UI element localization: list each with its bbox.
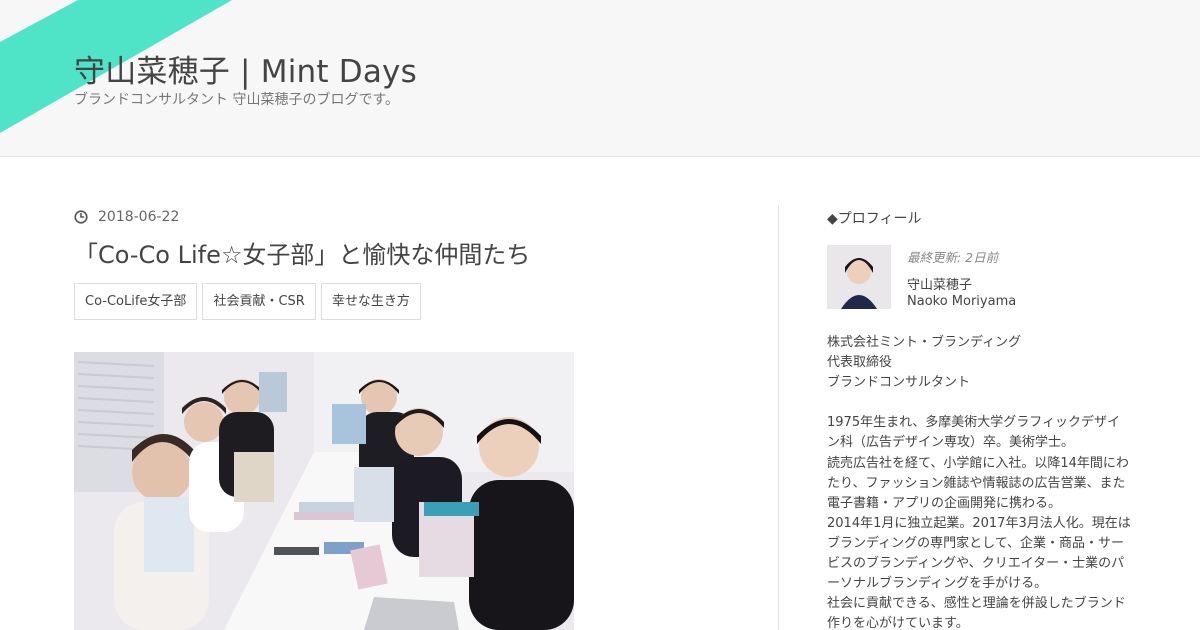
- profile-name-ja[interactable]: 守山菜穂子: [907, 274, 972, 293]
- profile-widget-title: ◆プロフィール: [827, 211, 922, 227]
- tag-cocolife-joshibu[interactable]: Co-CoLife女子部: [74, 283, 198, 320]
- site-title-link[interactable]: 守山菜穂子 | Mint Days: [74, 46, 417, 91]
- bio-line: ビスのブランディングや、クリエイター・士業のパ: [827, 556, 1125, 572]
- bio-line: 作りを心がけています。: [827, 616, 969, 630]
- last-updated: 最終更新: 2日前: [907, 250, 999, 265]
- bio-line: 電子書籍・アプリの企画開発に携わる。: [827, 495, 1062, 511]
- bio-line: 読売広告社を経て、小学館に入社。以降14年間にわ: [827, 455, 1129, 471]
- post-photo[interactable]: [74, 352, 574, 630]
- bio-line: たり、ファッション雑誌や情報誌の広告営業、また: [827, 475, 1126, 491]
- post-date-text[interactable]: 2018-06-22: [98, 209, 179, 225]
- post-date: 2018-06-22: [74, 209, 179, 225]
- bio-line: 社会に貢献できる、感性と理論を併設したブランド: [827, 596, 1126, 612]
- sidebar-profile: ◆プロフィール 最終更新: 2日前 守山菜穂子 Naoko Moriyama 株…: [827, 157, 1137, 630]
- profile-name-en: Naoko Moriyama: [907, 294, 1017, 309]
- tag-happy-life[interactable]: 幸せな生き方: [320, 283, 421, 320]
- avatar[interactable]: [827, 245, 891, 309]
- bio-line: 2014年1月に独立起業。2017年3月法人化。現在は: [827, 515, 1131, 531]
- post-title[interactable]: 「Co-Co Life☆女子部」と愉快な仲間たち: [74, 235, 530, 270]
- bio-line: ブランディングの専門家として、企業・商品・サー: [827, 535, 1125, 551]
- group-photo-illustration: [74, 352, 574, 630]
- bio-line: ーソナルブランディングを手がける。: [827, 576, 1048, 592]
- site-header: 守山菜穂子 | Mint Days ブランドコンサルタント 守山菜穂子のブログで…: [0, 0, 1200, 157]
- bio-line: ン科（広告デザイン専攻）卒。美術学士。: [827, 435, 1075, 451]
- bio-line: 株式会社ミント・ブランディング: [827, 335, 1022, 350]
- post-tags: Co-CoLife女子部 社会貢献・CSR 幸せな生き方: [74, 283, 421, 320]
- main-article: 2018-06-22 「Co-Co Life☆女子部」と愉快な仲間たち Co-C…: [74, 157, 764, 630]
- bio-line: 代表取締役: [827, 355, 893, 371]
- site-description: ブランドコンサルタント 守山菜穂子のブログです。: [74, 92, 400, 108]
- clock-icon: [74, 210, 88, 224]
- page: 守山菜穂子 | Mint Days ブランドコンサルタント 守山菜穂子のブログで…: [0, 0, 1200, 630]
- avatar-illustration: [827, 245, 891, 309]
- bio-line: 1975年生まれ、多摩美術大学グラフィックデザイ: [827, 415, 1120, 431]
- tag-csr[interactable]: 社会貢献・CSR: [202, 283, 316, 320]
- bio-line: ブランドコンサルタント: [827, 375, 971, 391]
- column-divider: [778, 205, 779, 630]
- profile-bio: 株式会社ミント・ブランディング 代表取締役 ブランドコンサルタント 1975年生…: [827, 333, 1132, 630]
